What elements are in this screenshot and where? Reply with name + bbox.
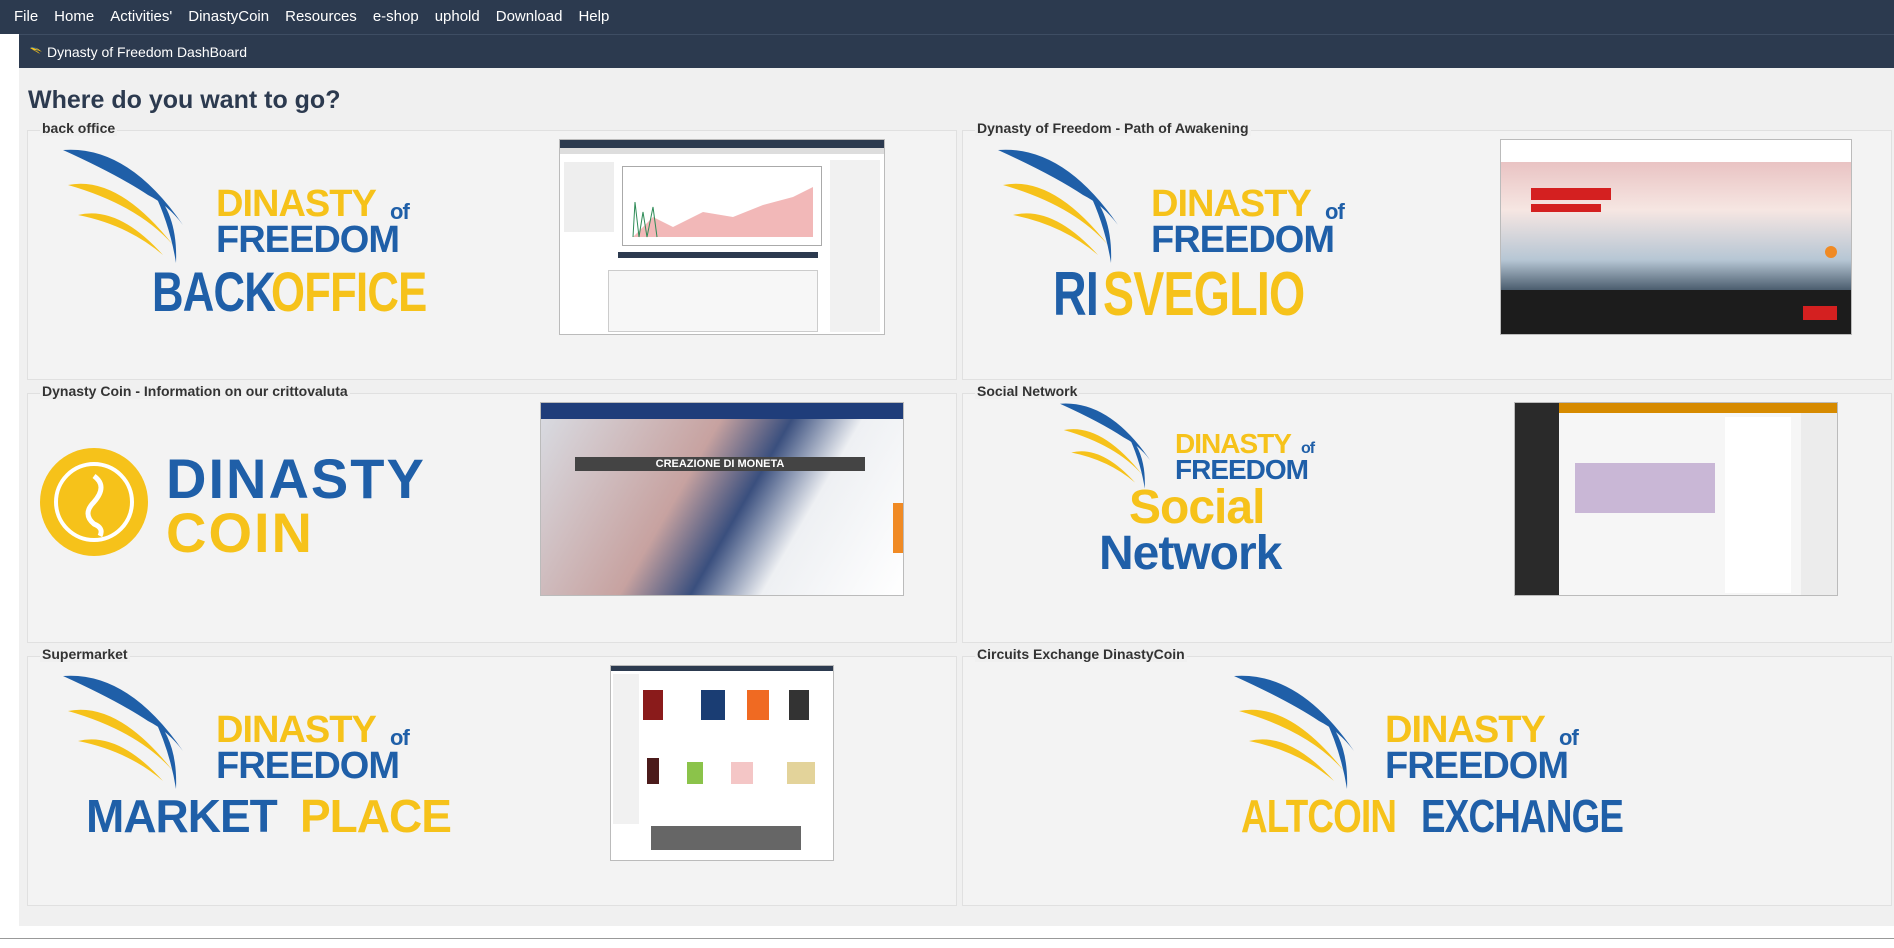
logo-office: OFFICE (271, 260, 427, 323)
card-title: Dynasty of Freedom - Path of Awakening (975, 120, 1251, 136)
window-title-bar: Dynasty of Freedom DashBoard (19, 34, 1894, 68)
card-back-office[interactable]: back office DINASTY of FREEDOM BACK OFFI… (27, 120, 957, 380)
supermarket-screenshot (610, 665, 834, 861)
logo-network: Network (1099, 527, 1282, 580)
logo-freedom: FREEDOM (216, 745, 400, 787)
social-network-screenshot (1514, 402, 1838, 596)
logo-freedom: FREEDOM (1151, 219, 1335, 261)
card-title: Supermarket (40, 646, 130, 662)
awakening-screenshot (1500, 139, 1852, 335)
wing-logo-icon (998, 149, 1118, 263)
page-heading: Where do you want to go? (28, 86, 341, 114)
logo-market: MARKET (86, 790, 278, 842)
card-circuits-exchange[interactable]: Circuits Exchange DinastyCoin DINASTY of… (962, 646, 1892, 906)
menu-resources[interactable]: Resources (277, 0, 365, 34)
card-path-of-awakening[interactable]: Dynasty of Freedom - Path of Awakening D… (962, 120, 1892, 380)
card-title: Social Network (975, 383, 1080, 399)
menu-help[interactable]: Help (570, 0, 617, 34)
bottom-strip (0, 938, 1894, 948)
menu-home[interactable]: Home (46, 0, 102, 34)
shot-caption: CREAZIONE DI MONETA (575, 457, 865, 471)
wing-logo-icon (1234, 675, 1354, 789)
logo-back: BACK (152, 260, 276, 323)
card-title: Dynasty Coin - Information on our critto… (40, 383, 350, 399)
logo-ri: RI (1053, 260, 1099, 329)
wing-logo-icon (63, 149, 183, 263)
menu-dinastycoin[interactable]: DinastyCoin (180, 0, 277, 34)
logo-altcoin: ALTCOIN (1241, 790, 1397, 842)
card-social-network[interactable]: Social Network DINASTY of FREEDOM Social… (962, 383, 1892, 643)
menu-download[interactable]: Download (488, 0, 571, 34)
card-title: back office (40, 120, 118, 136)
menu-bar: File Home Activities' DinastyCoin Resour… (0, 0, 1894, 34)
app-wing-icon (30, 46, 42, 54)
logo-place: PLACE (300, 790, 452, 842)
menu-uphold[interactable]: uphold (427, 0, 488, 34)
logo-coin: COIN (166, 501, 314, 564)
logo-sveglio: SVEGLIO (1103, 260, 1305, 329)
wing-logo-icon (1060, 403, 1150, 489)
backoffice-screenshot (559, 139, 885, 335)
card-title: Circuits Exchange DinastyCoin (975, 646, 1187, 662)
card-supermarket[interactable]: Supermarket DINASTY of FREEDOM MARKET PL… (27, 646, 957, 906)
logo-freedom: FREEDOM (1385, 745, 1569, 787)
menu-activities[interactable]: Activities' (102, 0, 180, 34)
dinastycoin-coin-icon (40, 448, 148, 556)
menu-eshop[interactable]: e-shop (365, 0, 427, 34)
chart-thumbnail-icon (632, 187, 813, 238)
dashboard-content: Where do you want to go? back office DIN… (19, 68, 1894, 926)
logo-exchange: EXCHANGE (1421, 790, 1624, 842)
menu-file[interactable]: File (6, 0, 46, 34)
dynastycoin-screenshot: CREAZIONE DI MONETA (540, 402, 904, 596)
logo-freedom: FREEDOM (216, 219, 400, 261)
card-dynasty-coin[interactable]: Dynasty Coin - Information on our critto… (27, 383, 957, 643)
window-title: Dynasty of Freedom DashBoard (47, 43, 247, 60)
wing-logo-icon (63, 675, 183, 789)
